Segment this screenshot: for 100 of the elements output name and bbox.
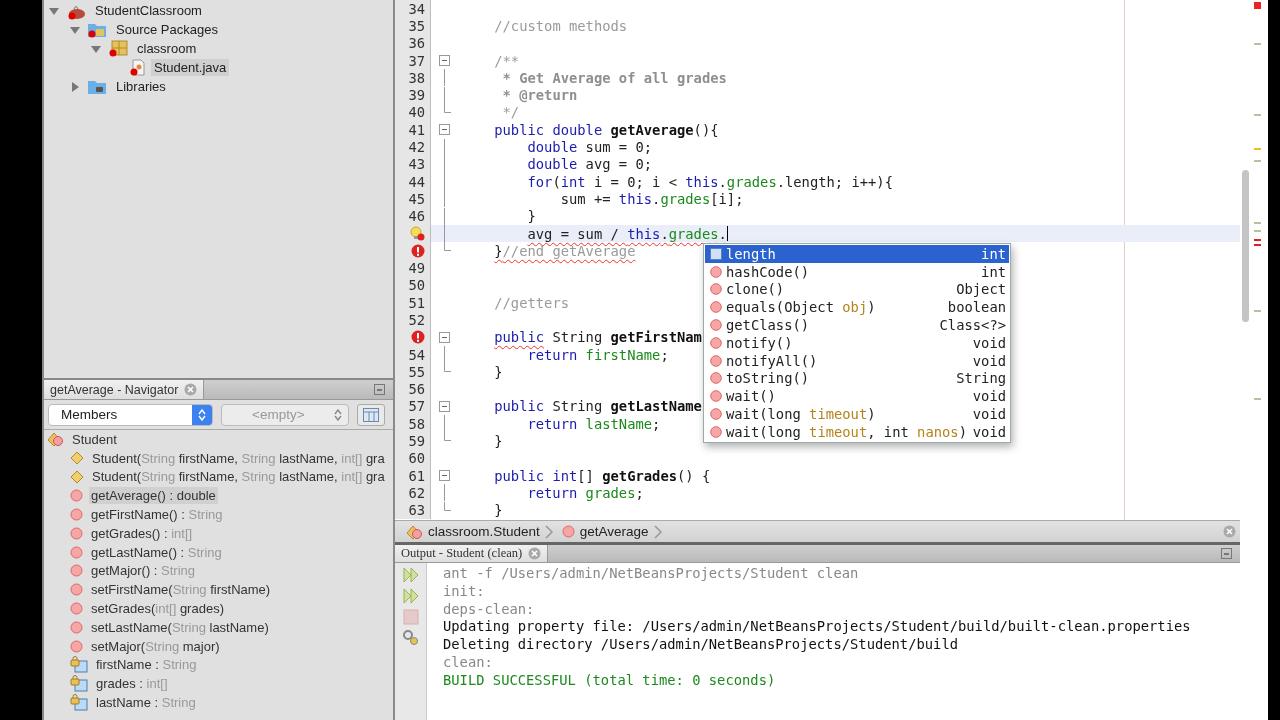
expand-arrow-icon[interactable]: [69, 80, 81, 93]
chevron-icon: [653, 524, 663, 539]
member-item[interactable]: setGrades(int[] grades): [89, 600, 226, 618]
completion-item[interactable]: equals(Object obj) boolean: [705, 298, 1009, 317]
code-token: public double: [494, 121, 604, 138]
method-circle-icon: [561, 525, 575, 538]
members-dropdown[interactable]: Members: [48, 403, 213, 426]
completion-item[interactable]: wait(long timeout) void: [705, 405, 1009, 423]
minimize-icon[interactable]: [374, 384, 385, 395]
member-item[interactable]: grades : int[]: [94, 675, 170, 693]
line-number: 42: [408, 139, 425, 155]
tree-item[interactable]: classroom: [134, 40, 200, 57]
member-item[interactable]: getFirstName() : String: [89, 506, 225, 524]
fold-toggle-icon[interactable]: [439, 124, 450, 136]
error-icon[interactable]: [411, 330, 425, 345]
code-token: () {: [677, 467, 711, 484]
member-item[interactable]: setMajor(String major): [89, 637, 222, 655]
code-token: avg = 0;: [585, 156, 653, 173]
line-number: 41: [408, 121, 425, 138]
fold-toggle-icon[interactable]: [439, 400, 450, 412]
member-item[interactable]: getGrades() : int[]: [89, 524, 195, 542]
close-icon[interactable]: [528, 547, 542, 560]
completion-item[interactable]: toString() String: [705, 369, 1009, 388]
method-circle-icon: [70, 620, 83, 634]
fast-forward-icon[interactable]: [401, 566, 420, 584]
line-number: 52: [408, 312, 425, 328]
member-item[interactable]: Student(String firstName, String lastName, int[] gra: [90, 468, 387, 486]
fast-forward-icon[interactable]: [401, 587, 420, 605]
method-circle-icon: [70, 583, 83, 597]
member-item[interactable]: Student(String firstName, String lastName, int[] gra: [90, 449, 387, 467]
fold-toggle-icon[interactable]: [439, 470, 450, 482]
code-token: .: [718, 173, 727, 190]
tree-item[interactable]: Source Packages: [113, 21, 221, 38]
member-item[interactable]: firstName : String: [94, 656, 199, 674]
lightbulb-error-icon[interactable]: [410, 226, 425, 241]
member-item[interactable]: lastName : String: [94, 694, 198, 712]
fold-toggle-icon[interactable]: [439, 55, 450, 67]
code-token: */: [502, 104, 520, 121]
code-token: (: [552, 173, 561, 190]
code-token: //end getAverage: [502, 242, 636, 259]
code-token: //custom methods: [494, 17, 628, 34]
completion-item[interactable]: notify() void: [705, 334, 1009, 352]
breadcrumb-item[interactable]: classroom.Student: [428, 524, 540, 539]
completion-item[interactable]: wait() void: [705, 387, 1009, 406]
line-number: 57: [408, 398, 425, 415]
method-circle-icon: [710, 354, 722, 367]
layout-toggle-button[interactable]: [357, 403, 385, 426]
lock-field-icon: [70, 656, 88, 674]
method-circle-icon: [710, 336, 722, 349]
member-item[interactable]: getLastName() : String: [89, 543, 224, 561]
code-token: /**: [494, 52, 520, 69]
tree-item[interactable]: Student.java: [151, 59, 230, 76]
diamond-icon: [70, 451, 84, 466]
method-circle-icon: [70, 545, 83, 559]
fold-guide-line: [443, 484, 446, 502]
class-name[interactable]: Student: [70, 430, 119, 448]
tree-item[interactable]: Libraries: [113, 78, 169, 95]
line-number: 50: [408, 277, 425, 294]
completion-item[interactable]: wait(long timeout, int nanos) void: [705, 422, 1009, 441]
completion-item[interactable]: getClass() Class<?>: [705, 316, 1009, 334]
line-number: 63: [408, 502, 425, 519]
error-icon[interactable]: [411, 243, 425, 258]
code-token: .: [660, 225, 669, 242]
navigator-tab[interactable]: getAverage - Navigator: [44, 380, 205, 399]
fold-guide-line: [443, 346, 446, 364]
minimize-icon[interactable]: [1221, 548, 1232, 559]
code-token: []: [577, 467, 595, 484]
code-token: getLastName: [610, 398, 702, 415]
completion-item[interactable]: length int: [705, 245, 1009, 263]
member-item[interactable]: setFirstName(String firstName): [89, 581, 273, 599]
member-item[interactable]: setLastName(String lastName): [89, 618, 271, 636]
method-circle-icon: [710, 319, 722, 332]
tree-item[interactable]: StudentClassroom: [92, 2, 205, 19]
chevron-icon: [544, 524, 554, 539]
code-token: return: [527, 415, 579, 432]
close-icon[interactable]: [184, 383, 198, 396]
code-token: grades: [668, 225, 719, 242]
line-number: 39: [408, 87, 425, 104]
completion-item[interactable]: notifyAll() void: [705, 351, 1009, 370]
output-tab[interactable]: Output - Student (clean): [395, 545, 549, 562]
code-token: [i];: [710, 190, 744, 207]
output-line: Updating property file: /Users/admin/NetBeansProjects/Student/build/built-clean.properties: [443, 618, 1191, 637]
member-item[interactable]: getMajor() : String: [89, 562, 198, 580]
tab-title: getAverage - Navigator: [50, 382, 179, 397]
close-icon[interactable]: [1223, 525, 1236, 538]
breadcrumb-item[interactable]: getAverage: [579, 524, 649, 539]
completion-item[interactable]: hashCode() int: [705, 262, 1009, 281]
code-token: }: [494, 363, 503, 380]
line-number: 55: [408, 363, 425, 380]
fold-toggle-icon[interactable]: [439, 331, 450, 343]
window-icon: [363, 407, 379, 422]
code-token: lastName: [585, 415, 653, 432]
completion-item[interactable]: clone() Object: [705, 280, 1009, 299]
output-line: ant -f /Users/admin/NetBeansProjects/Student clean: [443, 565, 860, 583]
code-token: getGrades: [602, 467, 677, 484]
code-token: firstName: [585, 346, 661, 363]
code-token: public: [494, 329, 545, 346]
member-item[interactable]: getAverage() : double: [89, 487, 218, 505]
output-line: init:: [443, 582, 486, 601]
fold-guide-line: [443, 415, 446, 433]
